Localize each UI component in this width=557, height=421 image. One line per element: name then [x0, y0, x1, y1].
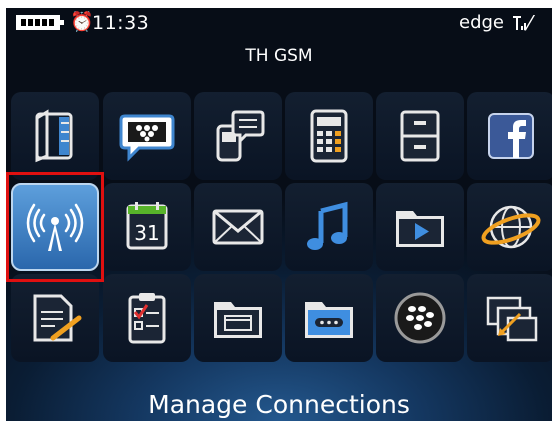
calendar-icon: 31: [126, 202, 168, 250]
app-contacts[interactable]: [11, 92, 99, 180]
app-switch-application[interactable]: [467, 274, 552, 362]
app-music[interactable]: [285, 183, 373, 271]
home-screen: ⏰ 11:33 edge ⁄ TH GSM 31 Manage Connecti…: [6, 8, 552, 421]
text-messages-icon: [216, 110, 265, 162]
app-memo-pad[interactable]: [11, 274, 99, 362]
facebook-icon: [488, 113, 534, 159]
signal-strength-icon: [513, 16, 529, 32]
app-blackberry-app-world[interactable]: [376, 274, 464, 362]
switch-application-icon: [486, 296, 538, 342]
app-text-messages[interactable]: [194, 92, 282, 180]
battery-full-icon: [16, 15, 64, 30]
calculator-icon: [310, 109, 348, 163]
app-downloads[interactable]: [285, 274, 373, 362]
carrier-name: TH GSM: [245, 46, 313, 66]
applications-folder-icon: [214, 302, 262, 338]
downloads-folder-icon: [305, 302, 353, 338]
app-media[interactable]: [376, 183, 464, 271]
messages-envelope-icon: [212, 209, 264, 245]
app-facebook[interactable]: [467, 92, 552, 180]
app-messages[interactable]: [194, 183, 282, 271]
app-tasks[interactable]: [103, 274, 191, 362]
blackberry-app-world-icon: [394, 292, 446, 344]
tasks-icon: [128, 293, 166, 344]
alarm-clock-icon: ⏰: [70, 11, 94, 33]
memo-pad-icon: [33, 294, 82, 342]
media-folder-icon: [396, 211, 444, 247]
selection-highlight-box: [6, 172, 104, 282]
app-browser[interactable]: [467, 183, 552, 271]
app-blackberry-messenger[interactable]: [103, 92, 191, 180]
blackberry-messenger-icon: [119, 114, 175, 162]
selected-app-label: Manage Connections: [148, 390, 410, 419]
browser-globe-icon: [481, 205, 541, 249]
signal-bars-icon: ⁄: [528, 11, 532, 35]
clock-time: 11:33: [92, 12, 150, 34]
contacts-icon: [35, 109, 73, 163]
app-calendar[interactable]: 31: [103, 183, 191, 271]
app-calculator[interactable]: [285, 92, 373, 180]
file-cabinet-icon: [400, 110, 440, 162]
app-applications[interactable]: [194, 274, 282, 362]
status-bar: ⏰ 11:33 edge ⁄: [6, 8, 552, 38]
music-note-icon: [307, 201, 348, 250]
app-files[interactable]: [376, 92, 464, 180]
calendar-date: 31: [134, 221, 159, 245]
network-type: edge: [459, 12, 504, 33]
